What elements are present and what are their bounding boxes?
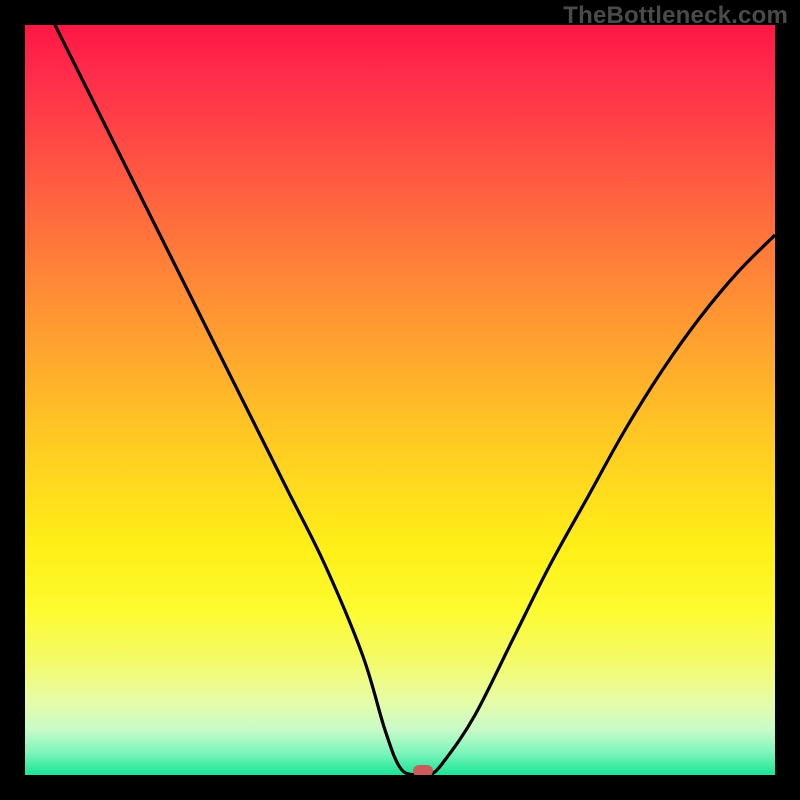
curve-path: [25, 25, 775, 775]
chart-plot-area: [25, 25, 775, 775]
chart-container: TheBottleneck.com: [0, 0, 800, 800]
bottleneck-curve: [25, 25, 775, 775]
optimal-marker-icon: [413, 765, 433, 775]
watermark-text: TheBottleneck.com: [563, 2, 788, 30]
